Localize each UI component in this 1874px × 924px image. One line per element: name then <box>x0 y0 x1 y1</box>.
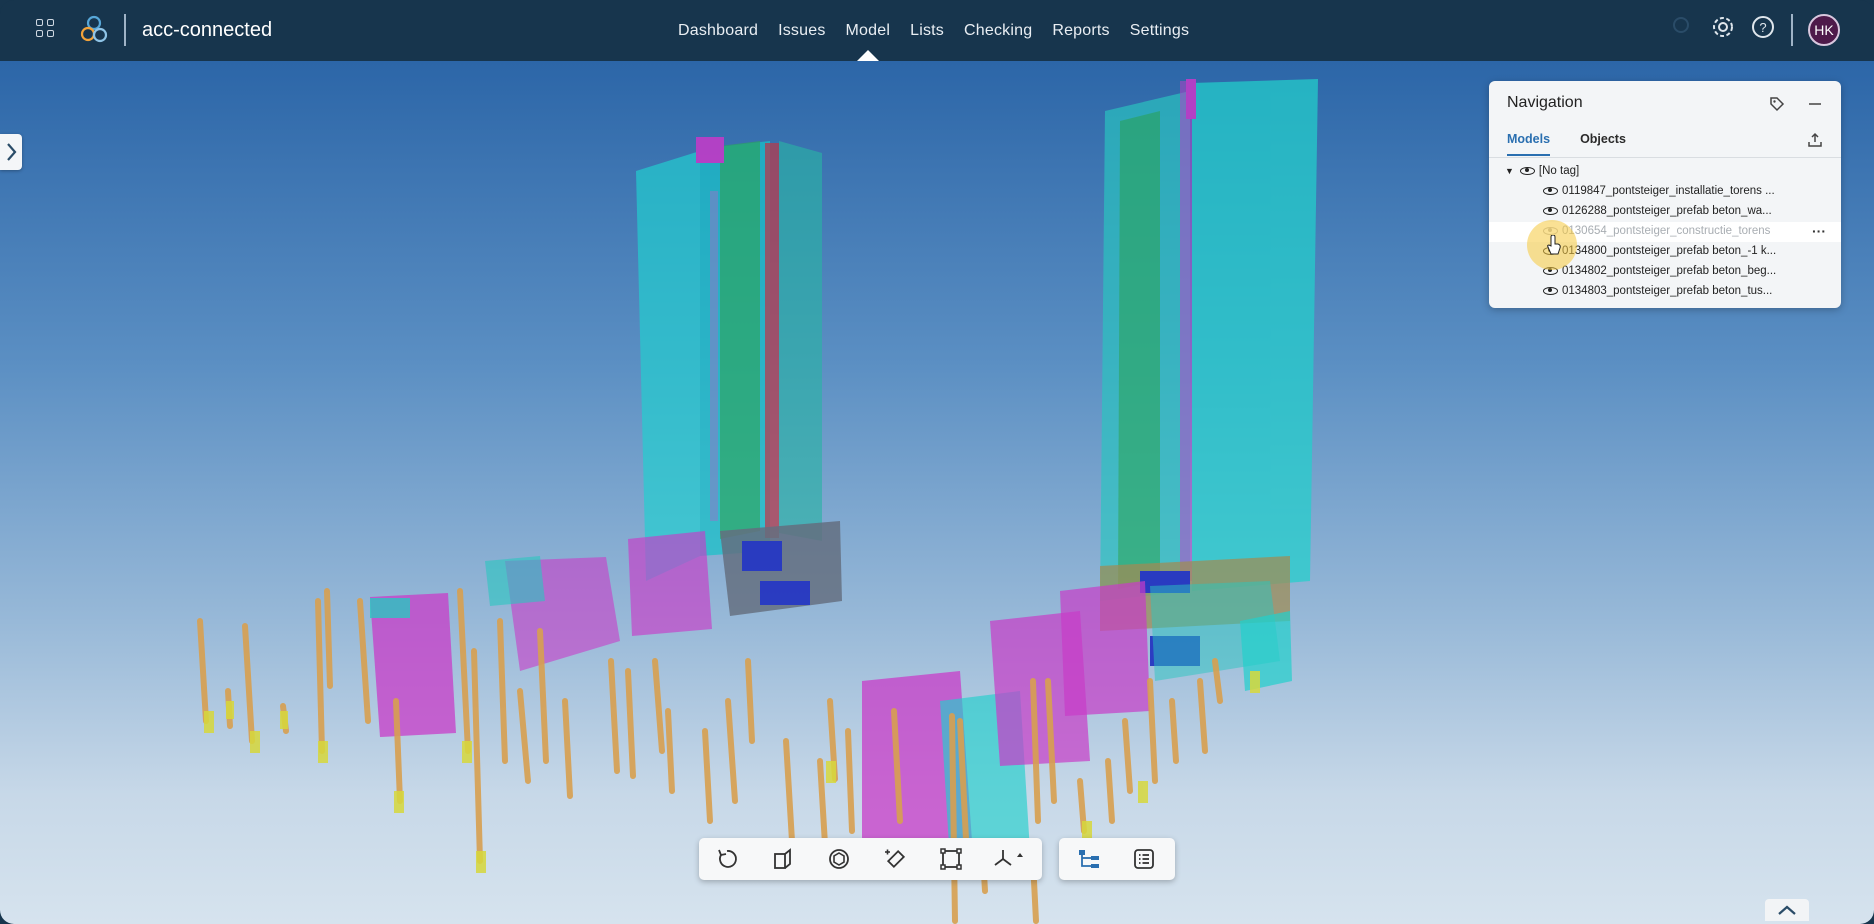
model-row[interactable]: 0134800_pontsteiger_prefab beton_-1 k... <box>1543 241 1776 261</box>
nav-model[interactable]: Model <box>836 0 901 61</box>
tab-models[interactable]: Models <box>1507 132 1551 156</box>
model-row[interactable]: 0119847_pontsteiger_installatie_torens .… <box>1543 181 1775 201</box>
navigation-panel-title: Navigation <box>1507 94 1583 111</box>
apps-grid-icon[interactable] <box>36 19 58 41</box>
user-avatar[interactable]: HK <box>1808 14 1840 46</box>
model-name: 0119847_pontsteiger_installatie_torens .… <box>1562 185 1775 197</box>
nav-lists[interactable]: Lists <box>900 0 954 61</box>
tab-objects[interactable]: Objects <box>1580 132 1626 156</box>
navigation-panel: Navigation Models Objects ▼ [No tag] 0119… <box>1489 81 1841 308</box>
model-name: 0134802_pontsteiger_prefab beton_beg... <box>1562 265 1777 277</box>
model-row-hidden[interactable]: 0130654_pontsteiger_constructie_torens <box>1543 221 1770 241</box>
properties-list-icon[interactable] <box>1132 847 1156 871</box>
project-title[interactable]: acc-connected <box>142 19 272 42</box>
nav-checking[interactable]: Checking <box>954 0 1042 61</box>
eye-icon[interactable] <box>1543 286 1558 295</box>
app-window: acc-connected Dashboard Issues Model Lis… <box>0 0 1874 924</box>
gear-icon[interactable] <box>1710 14 1736 40</box>
nav-settings[interactable]: Settings <box>1120 0 1199 61</box>
hand-cursor-icon <box>1547 235 1561 255</box>
bottom-panel-toggle[interactable] <box>1765 899 1809 921</box>
main-nav: Dashboard Issues Model Lists Checking Re… <box>668 0 1199 61</box>
view-toolbar <box>699 838 1042 880</box>
eye-icon[interactable] <box>1543 186 1558 195</box>
nav-issues[interactable]: Issues <box>768 0 835 61</box>
axes-icon[interactable] <box>991 847 1025 871</box>
top-bar: acc-connected Dashboard Issues Model Lis… <box>0 0 1874 61</box>
tree-group-label: [No tag] <box>1538 165 1580 177</box>
measure-icon[interactable] <box>883 847 907 871</box>
chevron-up-icon <box>1778 905 1796 915</box>
panels-toolbar <box>1059 838 1175 880</box>
tag-icon[interactable] <box>1768 95 1786 113</box>
view-cube-icon[interactable] <box>827 847 851 871</box>
export-icon[interactable] <box>1806 131 1824 149</box>
reset-view-icon[interactable] <box>715 847 739 871</box>
app-logo[interactable] <box>79 14 109 46</box>
model-name: 0130654_pontsteiger_constructie_torens <box>1562 225 1771 237</box>
help-icon[interactable]: ? <box>1750 14 1776 40</box>
tabs-divider <box>1489 157 1841 158</box>
model-tree-icon[interactable] <box>1077 847 1101 871</box>
chevron-right-icon <box>7 143 17 161</box>
header-divider <box>124 14 126 46</box>
selection-box-icon[interactable] <box>939 847 963 871</box>
model-name: 0126288_pontsteiger_prefab beton_wa... <box>1562 205 1772 217</box>
tree-group-no-tag[interactable]: ▼ [No tag] <box>1505 161 1579 181</box>
minimize-icon[interactable] <box>1806 95 1824 113</box>
svg-text:?: ? <box>1759 20 1766 35</box>
nav-dashboard[interactable]: Dashboard <box>668 0 768 61</box>
eye-icon[interactable] <box>1519 166 1535 175</box>
model-row[interactable]: 0134802_pontsteiger_prefab beton_beg... <box>1543 261 1776 281</box>
nav-reports[interactable]: Reports <box>1042 0 1119 61</box>
caret-down-icon[interactable]: ▼ <box>1505 166 1514 176</box>
header-divider-right <box>1791 14 1793 46</box>
navigation-tabs: Models Objects <box>1507 132 1626 156</box>
section-icon[interactable] <box>771 847 795 871</box>
eye-icon[interactable] <box>1543 206 1558 215</box>
model-row[interactable]: 0126288_pontsteiger_prefab beton_wa... <box>1543 201 1772 221</box>
left-panel-toggle[interactable] <box>0 134 22 170</box>
model-name: 0134800_pontsteiger_prefab beton_-1 k... <box>1562 245 1777 257</box>
model-name: 0134803_pontsteiger_prefab beton_tus... <box>1562 285 1773 297</box>
more-icon[interactable]: ··· <box>1812 222 1826 240</box>
search-icon[interactable] <box>1670 14 1696 40</box>
model-row[interactable]: 0134803_pontsteiger_prefab beton_tus... <box>1543 281 1772 301</box>
